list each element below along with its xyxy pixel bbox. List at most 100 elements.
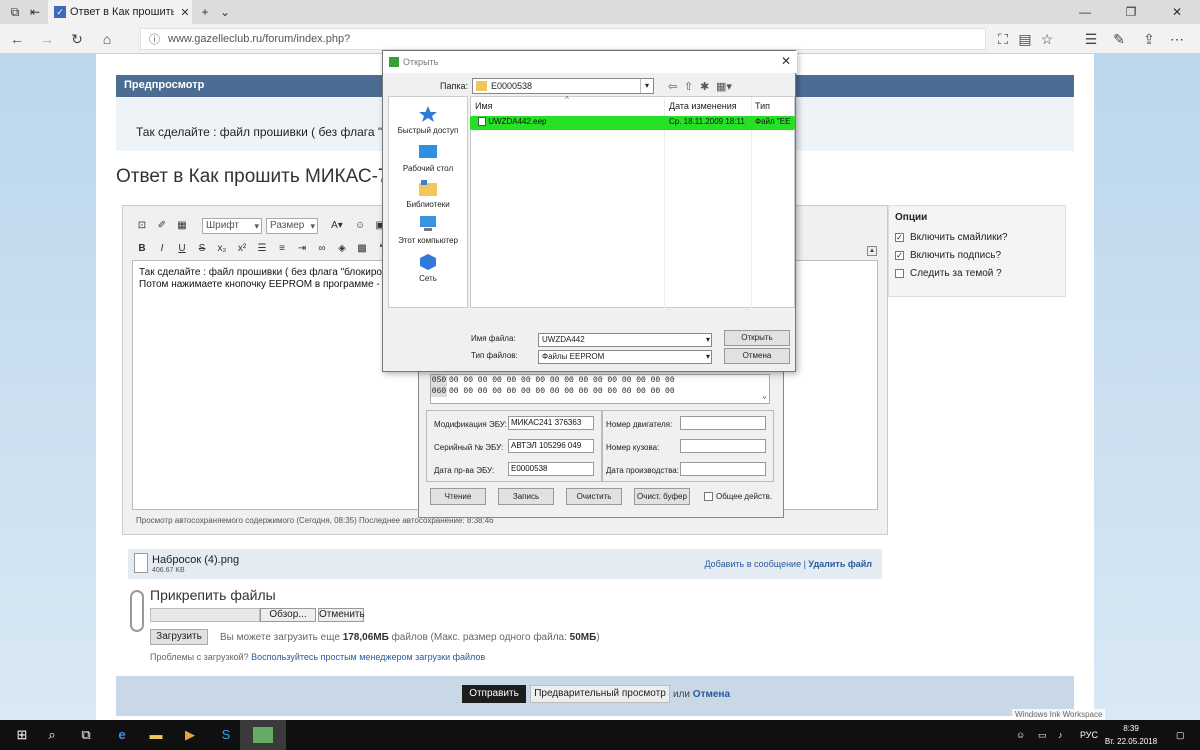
ecu-serial-field[interactable]: АВТЭЛ 105296 049 <box>508 439 594 453</box>
submit-button[interactable]: Отправить <box>462 685 526 703</box>
smiley-icon[interactable]: ☺ <box>352 218 368 234</box>
common-edit-checkbox[interactable] <box>704 492 713 501</box>
cancel-link[interactable]: Отмена <box>693 689 730 700</box>
media-app-icon[interactable]: ▶ <box>180 725 200 745</box>
file-path-input[interactable] <box>150 608 260 622</box>
close-tab-icon[interactable]: ✕ <box>178 6 192 19</box>
numbered-list-icon[interactable]: ≡ <box>274 241 290 257</box>
share-icon[interactable]: ⇪ <box>1140 30 1158 48</box>
up-folder-icon[interactable]: ⇧ <box>684 80 693 93</box>
search-icon[interactable]: ⌕ <box>42 725 62 745</box>
clear-button[interactable]: Очистить <box>566 488 622 505</box>
option-signature[interactable]: ✓ Включить подпись? <box>889 246 1065 264</box>
media-icon[interactable]: ▩ <box>354 241 370 257</box>
address-bar[interactable]: ⓘ www.gazelleclub.ru/forum/index.php? <box>140 28 986 50</box>
production-date-field[interactable] <box>680 462 766 476</box>
chevron-down-icon[interactable]: ▾ <box>706 351 710 363</box>
italic-button[interactable]: I <box>154 241 170 257</box>
place-libraries[interactable]: Библиотеки <box>389 179 467 209</box>
scroll-down-icon[interactable]: ⌄ <box>762 391 767 402</box>
hex-view[interactable]: 050 00 00 00 00 00 00 00 00 00 00 00 00 … <box>430 374 770 404</box>
preview-button[interactable]: Предварительный просмотр <box>530 685 670 703</box>
collapse-toolbar-icon[interactable]: ▴ <box>867 246 877 256</box>
font-select[interactable]: Шрифт <box>202 218 262 234</box>
upload-button[interactable]: Загрузить <box>150 629 208 645</box>
edge-browser-icon[interactable]: e <box>112 725 132 745</box>
add-to-post-link[interactable]: Добавить в сообщение <box>704 559 801 569</box>
new-folder-icon[interactable]: ✱ <box>700 80 709 93</box>
folder-select[interactable]: E0000538 ▾ <box>472 78 654 94</box>
windows-start-icon[interactable]: ⊞ <box>12 725 32 745</box>
system-clock[interactable]: 8:39 Вт. 22.05.2018 <box>1104 722 1158 748</box>
checkbox-smilies[interactable]: ✓ <box>895 232 904 242</box>
switch-mode-icon[interactable]: ⊡ <box>134 218 150 234</box>
volume-icon[interactable]: ♪ <box>1058 730 1063 740</box>
eraser-icon[interactable]: ✐ <box>154 218 170 234</box>
engine-number-field[interactable] <box>680 416 766 430</box>
cancel-upload-button[interactable]: Отменить <box>318 608 365 622</box>
column-name[interactable]: Имя <box>475 101 493 111</box>
people-icon[interactable]: ☺ <box>1016 730 1025 740</box>
table-icon[interactable]: ▦ <box>174 218 190 234</box>
body-number-field[interactable] <box>680 439 766 453</box>
chevron-down-icon[interactable]: ▾ <box>706 334 710 346</box>
open-button[interactable]: Открыть <box>724 330 790 346</box>
new-tab-icon[interactable]: + <box>196 3 214 21</box>
favorites-list-icon[interactable]: ☰ <box>1082 30 1100 48</box>
language-indicator[interactable]: РУС <box>1080 730 1098 740</box>
forward-icon[interactable]: → <box>38 30 56 48</box>
underline-button[interactable]: U <box>174 241 190 257</box>
notifications-icon[interactable]: ▢ <box>1176 730 1185 741</box>
superscript-button[interactable]: x² <box>234 241 250 257</box>
align-icon[interactable]: ⇥ <box>294 241 310 257</box>
file-explorer-icon[interactable]: ▬ <box>146 725 166 745</box>
refresh-icon[interactable]: ↻ <box>68 30 86 48</box>
filetype-select[interactable]: Файлы EEPROM ▾ <box>538 350 712 364</box>
favorite-star-icon[interactable]: ☆ <box>1038 30 1056 48</box>
checkbox-subscribe[interactable] <box>895 268 904 278</box>
code-icon[interactable]: ◈ <box>334 241 350 257</box>
delete-file-link[interactable]: Удалить файл <box>808 559 872 569</box>
more-icon[interactable]: ⋯ <box>1168 30 1186 48</box>
checkbox-signature[interactable]: ✓ <box>895 250 904 260</box>
dialog-cancel-button[interactable]: Отмена <box>724 348 790 364</box>
strike-button[interactable]: S <box>194 241 210 257</box>
option-smilies[interactable]: ✓ Включить смайлики? <box>889 228 1065 246</box>
close-window-icon[interactable]: ✕ <box>1154 0 1200 24</box>
home-icon[interactable]: ⌂ <box>98 30 116 48</box>
filename-input[interactable]: UWZDA442 ▾ <box>538 333 712 347</box>
option-subscribe[interactable]: Следить за темой ? <box>889 264 1065 282</box>
browser-tab[interactable]: ✓ Ответ в Как прошить М ✕ <box>48 0 192 24</box>
place-desktop[interactable]: Рабочий стол <box>389 143 467 173</box>
place-network[interactable]: Сеть <box>389 253 467 283</box>
back-tabs-icon[interactable]: ⇤ <box>26 3 44 21</box>
text-color-icon[interactable]: A▾ <box>326 218 348 234</box>
bullet-list-icon[interactable]: ☰ <box>254 241 270 257</box>
place-quick-access[interactable]: Быстрый доступ <box>389 105 467 135</box>
view-menu-icon[interactable]: ▦▾ <box>716 80 732 93</box>
place-this-pc[interactable]: Этот компьютер <box>389 215 467 245</box>
tab-actions-icon[interactable]: ⧉ <box>6 3 24 21</box>
chevron-down-icon[interactable]: ▾ <box>640 79 653 93</box>
clear-buffer-button[interactable]: Очист. буфер <box>634 488 690 505</box>
minimize-icon[interactable]: — <box>1062 0 1108 24</box>
size-select[interactable]: Размер <box>266 218 318 234</box>
ecu-date-field[interactable]: E0000538 <box>508 462 594 476</box>
notes-pen-icon[interactable]: ✎ <box>1110 30 1128 48</box>
bold-button[interactable]: B <box>134 241 150 257</box>
column-date[interactable]: Дата изменения <box>669 101 737 111</box>
write-button[interactable]: Запись <box>498 488 554 505</box>
active-program-task[interactable] <box>240 720 286 750</box>
task-view-icon[interactable]: ⧉ <box>76 725 96 745</box>
network-tray-icon[interactable]: ▭ <box>1038 730 1047 741</box>
simple-uploader-link[interactable]: Воспользуйтесь простым менеджером загруз… <box>251 652 485 662</box>
subscript-button[interactable]: x₂ <box>214 241 230 257</box>
maximize-icon[interactable]: ❐ <box>1108 0 1154 24</box>
close-dialog-icon[interactable]: ✕ <box>781 54 791 68</box>
back-icon[interactable]: ← <box>8 30 26 48</box>
link-icon[interactable]: ∞ <box>314 241 330 257</box>
book-icon[interactable]: ▤ <box>1016 30 1034 48</box>
read-button[interactable]: Чтение <box>430 488 486 505</box>
skype-icon[interactable]: S <box>216 725 236 745</box>
column-type[interactable]: Тип <box>755 101 770 111</box>
